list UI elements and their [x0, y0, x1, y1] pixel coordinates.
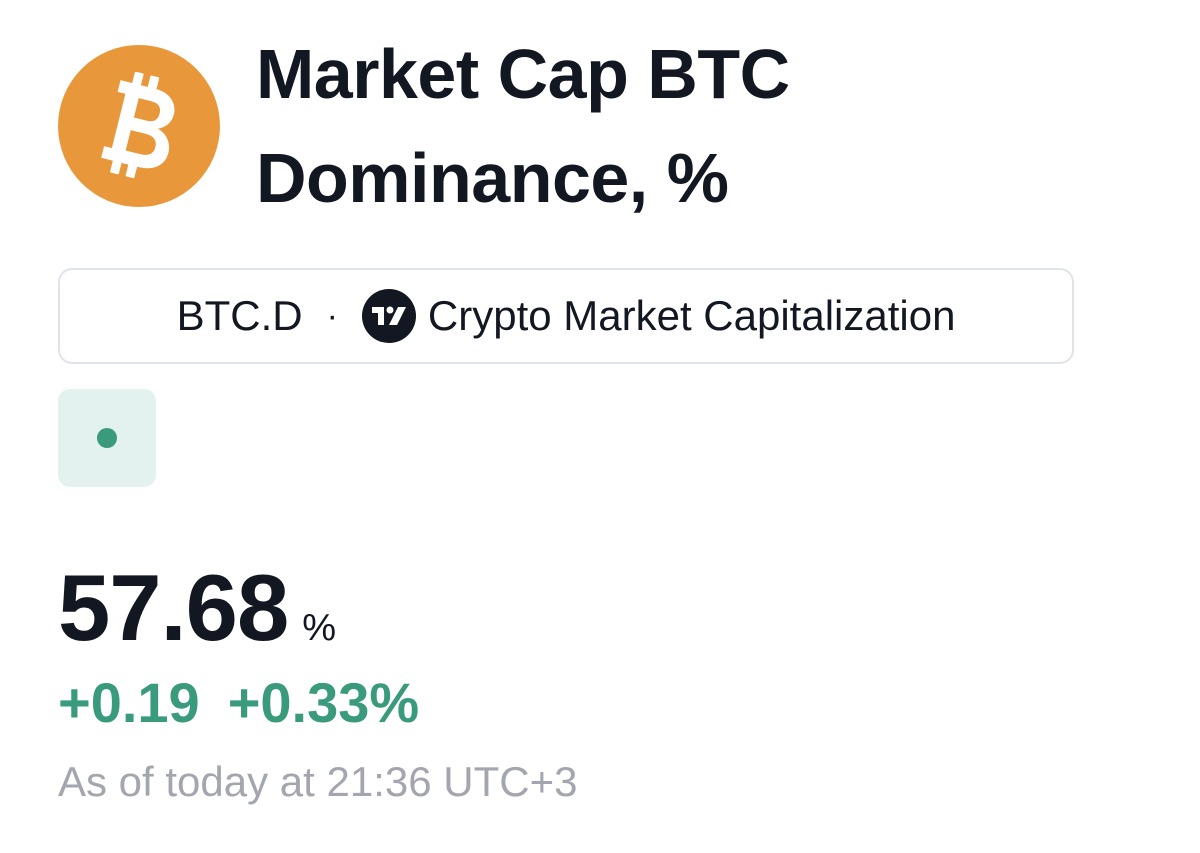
- source-name: Crypto Market Capitalization: [427, 292, 956, 339]
- price-display: 57.68 %: [58, 554, 336, 662]
- market-status-badge[interactable]: [58, 389, 156, 487]
- symbol-overview-page: Market Cap BTC Dominance, % BTC.D · Cryp…: [0, 0, 1200, 853]
- separator-dot: ·: [326, 297, 338, 335]
- market-status-dot-icon: [97, 428, 117, 448]
- price-change: +0.19 +0.33%: [58, 670, 419, 735]
- symbol-source-chip[interactable]: BTC.D · Crypto Market Capitalization: [58, 268, 1074, 364]
- change-absolute: +0.19: [58, 671, 200, 734]
- bitcoin-logo-icon: [58, 45, 220, 207]
- change-percent: +0.33%: [227, 671, 420, 734]
- page-title: Market Cap BTC Dominance, %: [256, 35, 790, 217]
- price-unit: %: [302, 607, 337, 649]
- tradingview-logo-icon: [361, 289, 416, 343]
- ticker-label: BTC.D: [176, 292, 303, 339]
- quote-timestamp: As of today at 21:36 UTC+3: [58, 758, 578, 805]
- last-price: 57.68: [58, 555, 289, 660]
